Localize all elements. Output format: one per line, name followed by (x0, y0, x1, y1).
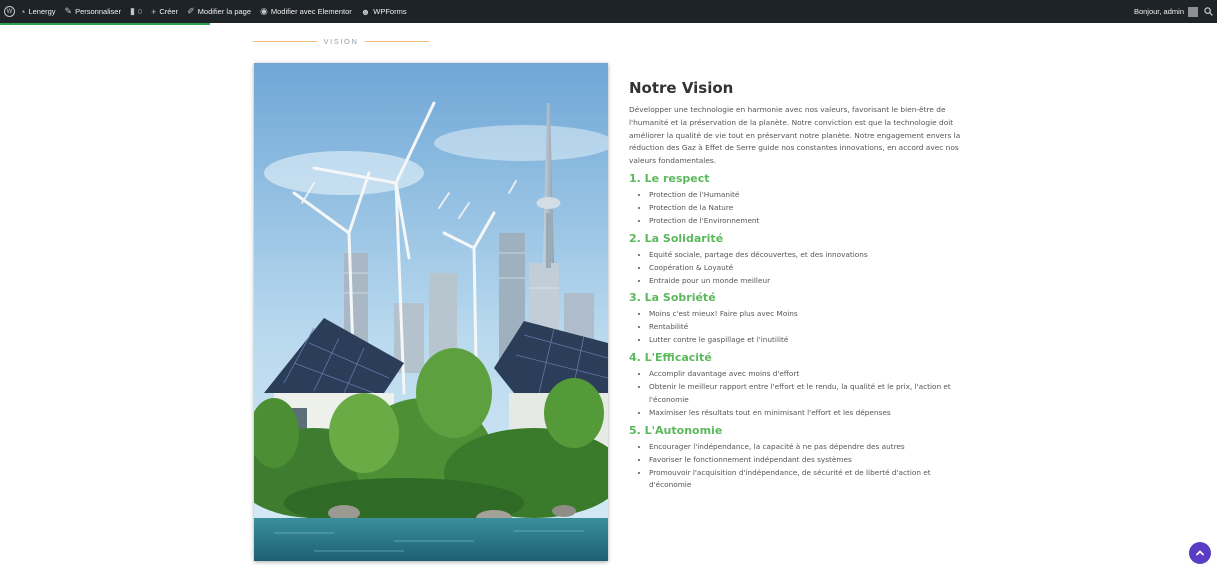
list-item: Protection de l'Environnement (649, 215, 964, 228)
scroll-to-top-button[interactable] (1189, 542, 1211, 564)
list-item: Entraide pour un monde meilleur (649, 275, 964, 288)
edit-page-link[interactable]: ✐ Modifier la page (187, 6, 251, 17)
value-heading: 3. La Sobriété (629, 291, 716, 305)
list-item: Maximiser les résultats tout en minimisa… (649, 407, 964, 420)
value-list: Equité sociale, partage des découvertes,… (629, 249, 964, 288)
vision-section-heading: VISION (253, 35, 429, 47)
value-section-autonomie: 5. L'Autonomie Encourager l'indépendance… (629, 423, 964, 493)
list-item: Protection de la Nature (649, 202, 964, 215)
wpforms-icon: ☻ (360, 6, 371, 17)
comments-count: 0 (137, 7, 143, 16)
elementor-icon: ◉ (260, 6, 268, 16)
list-item: Favoriser le fonctionnement indépendant … (649, 454, 964, 467)
avatar (1188, 6, 1198, 17)
value-heading: 4. L'Efficacité (629, 351, 712, 365)
admin-bar-left: W ◔ Lenergy ✎ Personnaliser ▮ 0 + Créer … (0, 6, 416, 17)
admin-bar-accent-line (0, 23, 210, 25)
account-link[interactable]: Bonjour, admin (1133, 6, 1204, 17)
list-item: Promouvoir l'acquisition d'indépendance,… (649, 467, 964, 493)
greeting-label: Bonjour, admin (1133, 7, 1184, 16)
elementor-link[interactable]: ◉ Modifier avec Elementor (260, 6, 352, 17)
wpforms-link[interactable]: ☻ WPForms (361, 7, 407, 17)
list-item: Rentabilité (649, 321, 964, 334)
admin-bar: W ◔ Lenergy ✎ Personnaliser ▮ 0 + Créer … (0, 0, 1217, 23)
list-item: Coopération & Loyauté (649, 262, 964, 275)
value-heading: 1. Le respect (629, 171, 710, 185)
list-item: Obtenir le meilleur rapport entre l'effo… (649, 381, 964, 407)
search-icon[interactable] (1204, 7, 1213, 16)
divider-right (364, 40, 429, 42)
edit-page-label: Modifier la page (197, 7, 252, 16)
value-list: Encourager l'indépendance, la capacité à… (629, 441, 964, 493)
vision-intro: Développer une technologie en harmonie a… (629, 105, 961, 166)
wpforms-label: WPForms (373, 7, 407, 16)
site-name-label: Lenergy (28, 7, 56, 16)
brush-icon: ✎ (64, 6, 73, 16)
vision-title: Notre Vision (629, 79, 734, 97)
value-list: Accomplir davantage avec moins d'effort … (629, 368, 964, 420)
value-section-sobriete: 3. La Sobriété Moins c'est mieux! Faire … (629, 290, 964, 347)
list-item: Accomplir davantage avec moins d'effort (649, 368, 964, 381)
customize-link[interactable]: ✎ Personnaliser (65, 6, 121, 17)
value-list: Protection de l'Humanité Protection de l… (629, 189, 964, 228)
chevron-up-icon (1196, 550, 1204, 556)
value-heading: 5. L'Autonomie (629, 423, 723, 437)
new-content-link[interactable]: + Créer (151, 7, 178, 17)
comments-link[interactable]: ▮ 0 (130, 6, 142, 17)
value-heading: 2. La Solidarité (629, 231, 724, 245)
admin-bar-right: Bonjour, admin (1133, 6, 1217, 17)
list-item: Moins c'est mieux! Faire plus avec Moins (649, 308, 964, 321)
elementor-label: Modifier avec Elementor (270, 7, 352, 16)
value-section-solidarite: 2. La Solidarité Equité sociale, partage… (629, 231, 964, 288)
list-item: Encourager l'indépendance, la capacité à… (649, 441, 964, 454)
site-name-link[interactable]: ◔ Lenergy (20, 7, 56, 17)
customize-label: Personnaliser (75, 7, 121, 16)
divider-left (253, 40, 318, 42)
vision-content: Notre Vision Développer une technologie … (629, 78, 964, 492)
value-section-efficacite: 4. L'Efficacité Accomplir davantage avec… (629, 350, 964, 420)
dashboard-icon: ◔ (20, 6, 26, 17)
vision-illustration (254, 63, 608, 561)
value-section-respect: 1. Le respect Protection de l'Humanité P… (629, 171, 964, 228)
comment-icon: ▮ (129, 6, 135, 16)
new-content-label: Créer (159, 7, 179, 16)
plus-icon: + (151, 6, 157, 17)
wordpress-icon[interactable]: W (4, 6, 15, 17)
list-item: Lutter contre le gaspillage et l'inutili… (649, 334, 964, 347)
list-item: Equité sociale, partage des découvertes,… (649, 249, 964, 262)
list-item: Protection de l'Humanité (649, 189, 964, 202)
value-list: Moins c'est mieux! Faire plus avec Moins… (629, 308, 964, 347)
vision-section-label: VISION (323, 36, 359, 46)
pencil-icon: ✐ (187, 6, 195, 16)
